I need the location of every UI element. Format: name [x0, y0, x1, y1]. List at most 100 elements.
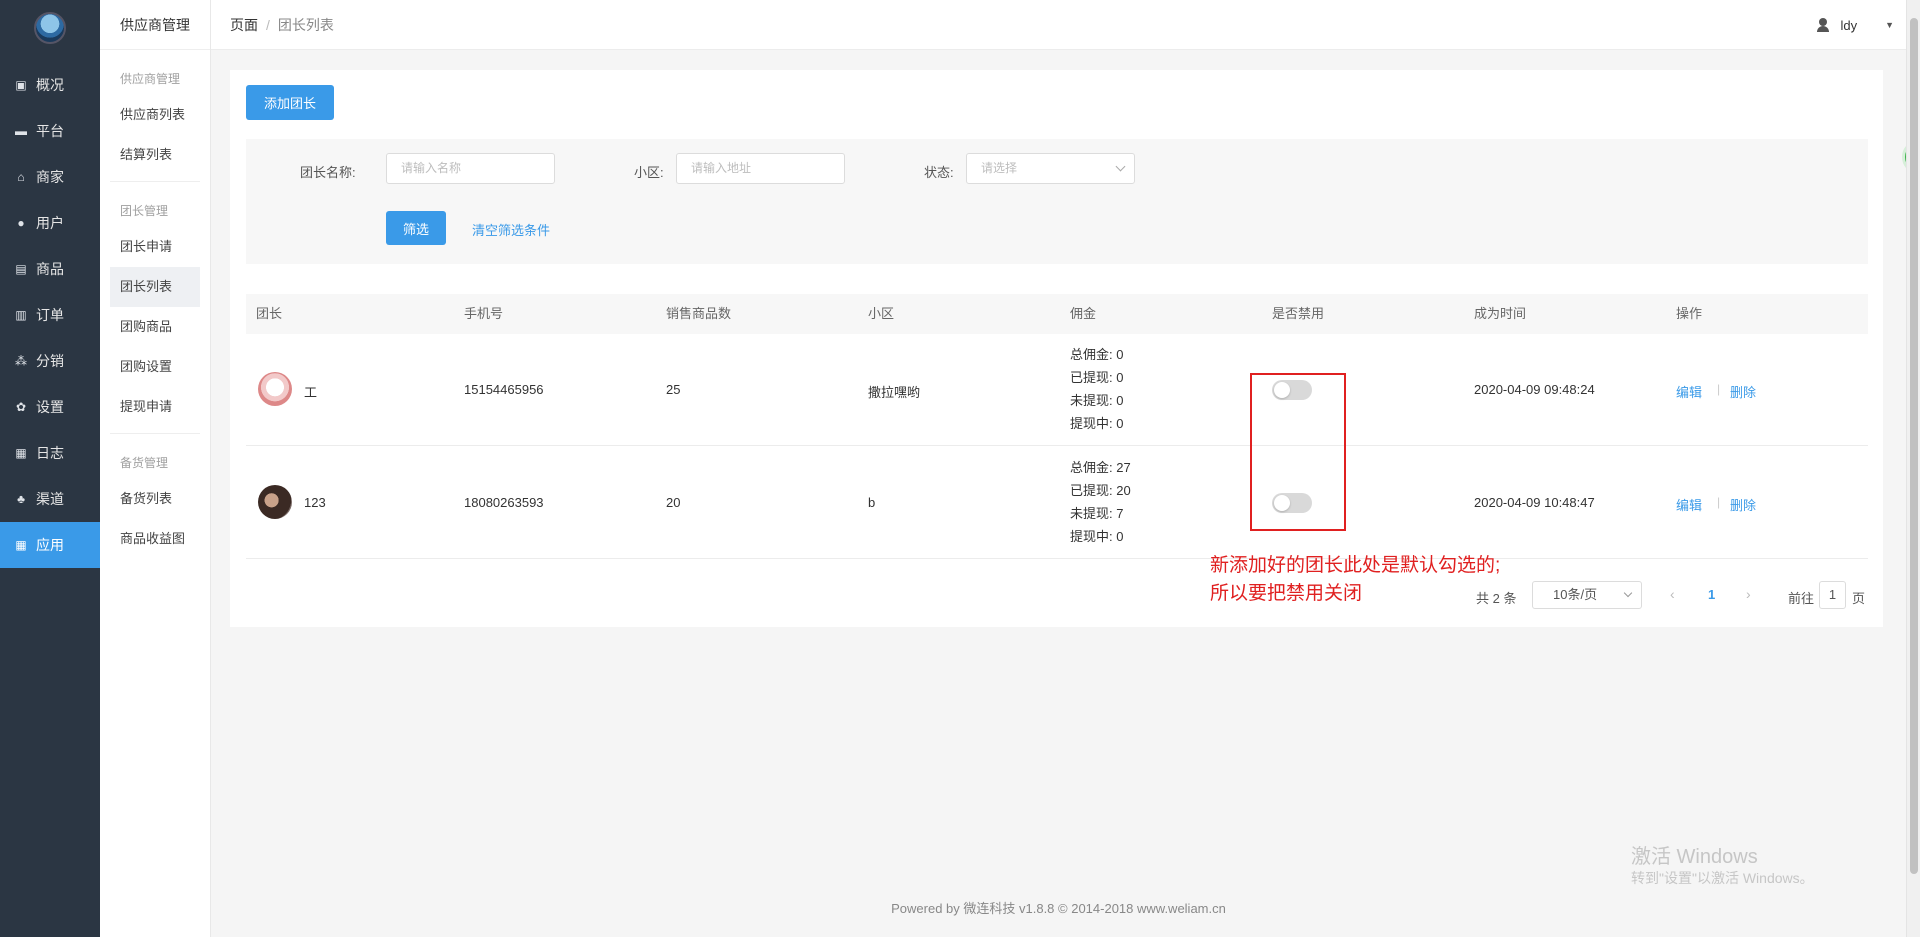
- leader-name: 123: [304, 495, 326, 510]
- edit-link[interactable]: 编辑: [1676, 382, 1702, 401]
- breadcrumb: 页面 / 团长列表: [211, 15, 334, 35]
- subnav-item-profit-chart[interactable]: 商品收益图: [100, 519, 210, 559]
- area-filter-label: 小区:: [634, 165, 664, 180]
- breadcrumb-separator: /: [266, 16, 270, 33]
- subnav-item-withdraw-apply[interactable]: 提现申请: [100, 387, 210, 427]
- nav-item-label: 概况: [36, 77, 64, 93]
- add-leader-button[interactable]: 添加团长: [246, 85, 334, 120]
- page-size-value: 10条/页: [1553, 587, 1598, 602]
- column-header-commission: 佣金: [1070, 306, 1097, 321]
- nav-item-label: 商家: [36, 169, 64, 185]
- page-number-current[interactable]: 1: [1708, 587, 1715, 602]
- nav-item-store[interactable]: ⌂ 商家: [0, 154, 100, 200]
- apps-icon: ▦: [15, 538, 27, 552]
- nav-item-user[interactable]: ● 用户: [0, 200, 100, 246]
- subnav-item-group-goods[interactable]: 团购商品: [100, 307, 210, 347]
- nav-item-channel[interactable]: ♣ 渠道: [0, 476, 100, 522]
- join-time: 2020-04-09 09:48:24: [1474, 382, 1595, 397]
- column-header-time: 成为时间: [1474, 306, 1527, 321]
- nav-item-label: 用户: [36, 215, 64, 231]
- nav-item-dashboard[interactable]: ▣ 概况: [0, 62, 100, 108]
- table-row: 123 18080263593 20 b 总佣金: 27 已提现: 20 未提现…: [246, 447, 1868, 559]
- commission-total: 总佣金: 0: [1070, 347, 1124, 362]
- avatar: [258, 372, 292, 406]
- gear-icon: ✿: [15, 400, 27, 414]
- monitor-icon: ▬: [15, 124, 27, 138]
- area-name: 撒拉嘿哟: [868, 385, 921, 400]
- nav-item-order[interactable]: ▥ 订单: [0, 292, 100, 338]
- name-filter-input[interactable]: 请输入名称: [386, 153, 555, 184]
- goto-page-input[interactable]: 1: [1819, 581, 1846, 609]
- column-header-sales: 销售商品数: [666, 306, 732, 321]
- channel-icon: ♣: [17, 492, 25, 506]
- log-icon: ▦: [15, 446, 27, 460]
- page-size-select[interactable]: 10条/页: [1532, 581, 1642, 609]
- leader-phone: 18080263593: [464, 495, 544, 510]
- nav-item-label: 日志: [36, 445, 64, 461]
- column-header-disabled: 是否禁用: [1272, 306, 1325, 321]
- subnav-item-leader-apply[interactable]: 团长申请: [100, 227, 210, 267]
- user-icon: ●: [17, 216, 25, 230]
- commission-withdrawn: 已提现: 20: [1070, 483, 1131, 498]
- scrollbar-thumb[interactable]: [1910, 18, 1918, 874]
- breadcrumb-current: 团长列表: [277, 16, 334, 33]
- subnav-item-supplier-list[interactable]: 供应商列表: [100, 95, 210, 135]
- status-select[interactable]: 请选择: [966, 153, 1135, 184]
- next-page-icon[interactable]: ›: [1746, 586, 1751, 602]
- footer: Powered by 微连科技 v1.8.8 © 2014-2018 www.w…: [891, 901, 1226, 916]
- store-icon: ⌂: [17, 170, 25, 184]
- commission-info: 总佣金: 0 已提现: 0 未提现: 0 提现中: 0: [1070, 343, 1123, 435]
- scrollbar[interactable]: [1906, 0, 1920, 937]
- annotation-line-2: 所以要把禁用关闭: [1210, 583, 1363, 604]
- top-bar: 页面 / 团长列表 ldy ▼: [211, 0, 1906, 50]
- action-separator: |: [1717, 382, 1721, 396]
- prev-page-icon[interactable]: ‹: [1670, 586, 1675, 602]
- user-menu[interactable]: ldy ▼: [1816, 0, 1894, 50]
- order-icon: ▥: [15, 308, 27, 322]
- commission-withdrawn: 已提现: 0: [1070, 370, 1124, 385]
- nav-item-label: 渠道: [36, 491, 64, 507]
- nav-item-log[interactable]: ▦ 日志: [0, 430, 100, 476]
- commission-total: 总佣金: 27: [1070, 460, 1131, 475]
- area-name: b: [868, 495, 876, 510]
- leader-phone: 15154465956: [464, 382, 544, 397]
- annotation-highlight-box: [1250, 373, 1346, 531]
- goto-label: 前往: [1788, 591, 1815, 606]
- area-filter-input[interactable]: 请输入地址: [676, 153, 845, 184]
- activation-watermark-title: 激活 Windows: [1631, 846, 1758, 868]
- subnav-item-leader-list[interactable]: 团长列表: [110, 267, 200, 307]
- nav-item-apps[interactable]: ▦ 应用: [0, 522, 100, 568]
- delete-link[interactable]: 删除: [1730, 495, 1756, 514]
- join-time: 2020-04-09 10:48:47: [1474, 495, 1595, 510]
- action-separator: |: [1717, 495, 1721, 509]
- breadcrumb-root[interactable]: 页面: [230, 17, 258, 33]
- nav-item-distribution[interactable]: ⁂ 分销: [0, 338, 100, 384]
- avatar: [258, 485, 292, 519]
- nav-item-gear[interactable]: ✿ 设置: [0, 384, 100, 430]
- commission-info: 总佣金: 27 已提现: 20 未提现: 7 提现中: 0: [1070, 456, 1131, 548]
- subnav-item-settlement-list[interactable]: 结算列表: [100, 135, 210, 175]
- nav-item-label: 应用: [36, 537, 64, 553]
- delete-link[interactable]: 删除: [1730, 382, 1756, 401]
- commission-pending: 提现中: 0: [1070, 416, 1124, 431]
- dashboard-icon: ▣: [15, 78, 27, 92]
- table-header: 团长 手机号 销售商品数 小区 佣金 是否禁用 成为时间 操作: [246, 294, 1868, 334]
- status-select-placeholder: 请选择: [981, 161, 1018, 175]
- sales-count: 20: [666, 495, 681, 510]
- filter-panel: 团长名称: 请输入名称 小区: 请输入地址 状态: 请选择 筛选 清空筛选条件: [246, 139, 1868, 264]
- activation-watermark-text: 转到"设置"以激活 Windows。: [1631, 870, 1814, 886]
- main-nav: ▣ 概况 ▬ 平台 ⌂ 商家 ● 用户 ▤ 商品 ▥ 订单 ⁂ 分销 ✿ 设置 ▦ 日志 ♣ 渠道 ▦ 应用: [0, 0, 100, 937]
- nav-item-goods[interactable]: ▤ 商品: [0, 246, 100, 292]
- subnav-item-stock-list[interactable]: 备货列表: [100, 479, 210, 519]
- column-header-actions: 操作: [1676, 306, 1703, 321]
- edit-link[interactable]: 编辑: [1676, 495, 1702, 514]
- subnav-group-stock: 备货管理: [120, 456, 169, 470]
- filter-button[interactable]: 筛选: [386, 211, 446, 245]
- subnav-item-group-settings[interactable]: 团购设置: [100, 347, 210, 387]
- nav-item-label: 订单: [36, 307, 64, 323]
- table-row: 工 15154465956 25 撒拉嘿哟 总佣金: 0 已提现: 0 未提现:…: [246, 334, 1868, 446]
- subnav-group-leader: 团长管理: [120, 204, 169, 218]
- annotation-note: 新添加好的团长此处是默认勾选的; 所以要把禁用关闭: [1210, 552, 1500, 608]
- nav-item-monitor[interactable]: ▬ 平台: [0, 108, 100, 154]
- clear-filter-link[interactable]: 清空筛选条件: [472, 220, 550, 239]
